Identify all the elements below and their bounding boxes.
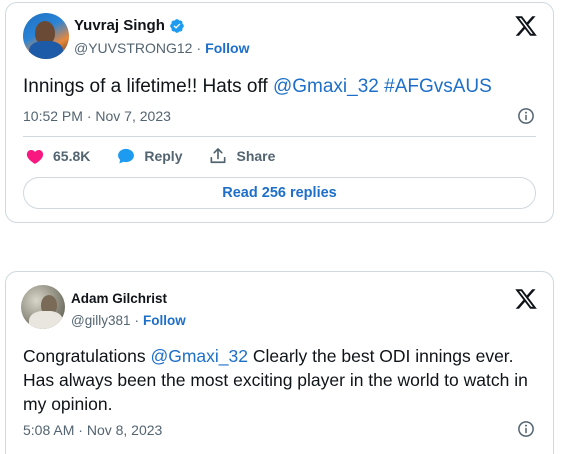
reply-bubble-icon	[118, 148, 135, 164]
tweet-text-body: Congratulations	[23, 346, 151, 366]
info-icon[interactable]	[517, 420, 535, 438]
tweet-date: Nov 7, 2023	[95, 108, 171, 124]
tweet-time: 10:52 PM	[23, 108, 83, 124]
like-button[interactable]: 65.8K	[25, 146, 90, 166]
author-row: Adam Gilchrist	[71, 291, 167, 306]
share-button[interactable]: Share	[208, 146, 275, 166]
read-replies-button[interactable]: Read 256 replies	[23, 177, 536, 209]
divider	[23, 136, 536, 137]
separator-dot: ·	[196, 40, 202, 56]
separator-dot: ·	[134, 313, 139, 328]
heart-icon	[26, 149, 44, 164]
avatar[interactable]	[21, 285, 65, 329]
mention-link[interactable]: @Gmaxi_32	[150, 346, 248, 366]
separator-dot: ·	[86, 108, 92, 124]
like-count: 65.8K	[53, 148, 91, 164]
x-logo-icon[interactable]	[514, 14, 538, 38]
mention-link[interactable]: @Gmaxi_32	[273, 76, 379, 97]
tweet-card-yuvraj: Yuvraj Singh @YUVSTRONG12 · Follow Innin…	[5, 2, 554, 223]
tweet-card-gilchrist: Adam Gilchrist @gilly381 · Follow Congra…	[5, 271, 554, 454]
timestamp[interactable]: 5:08 AM · Nov 8, 2023	[23, 422, 162, 438]
reply-label: Reply	[144, 148, 183, 164]
share-icon	[210, 148, 226, 164]
author-name[interactable]: Yuvraj Singh	[74, 17, 165, 34]
separator-dot: ·	[78, 422, 83, 438]
hashtag-link[interactable]: #AFGvsAUS	[384, 76, 492, 97]
author-name[interactable]: Adam Gilchrist	[71, 291, 167, 306]
tweet-time: 5:08 AM	[23, 422, 75, 438]
tweet-text: Innings of a lifetime!! Hats off @Gmaxi_…	[23, 75, 539, 99]
verified-badge-icon	[170, 18, 184, 33]
info-icon[interactable]	[517, 107, 535, 125]
avatar[interactable]	[23, 13, 69, 59]
x-logo-icon[interactable]	[514, 287, 538, 311]
follow-button[interactable]: Follow	[205, 40, 249, 56]
handle-row: @gilly381 · Follow	[71, 313, 186, 328]
action-bar: 65.8K Reply Share	[25, 146, 301, 166]
timestamp[interactable]: 10:52 PM · Nov 7, 2023	[23, 108, 171, 124]
follow-button[interactable]: Follow	[143, 313, 186, 328]
reply-button[interactable]: Reply	[116, 146, 182, 166]
tweet-text: Congratulations @Gmaxi_32 Clearly the be…	[23, 344, 539, 416]
share-label: Share	[236, 148, 276, 164]
author-row: Yuvraj Singh	[74, 17, 185, 34]
author-handle[interactable]: @YUVSTRONG12	[74, 40, 192, 56]
tweet-text-body: Innings of a lifetime!! Hats off	[23, 76, 273, 97]
tweet-date: Nov 8, 2023	[86, 422, 163, 438]
author-handle[interactable]: @gilly381	[71, 313, 130, 328]
handle-row: @YUVSTRONG12 · Follow	[74, 40, 249, 56]
